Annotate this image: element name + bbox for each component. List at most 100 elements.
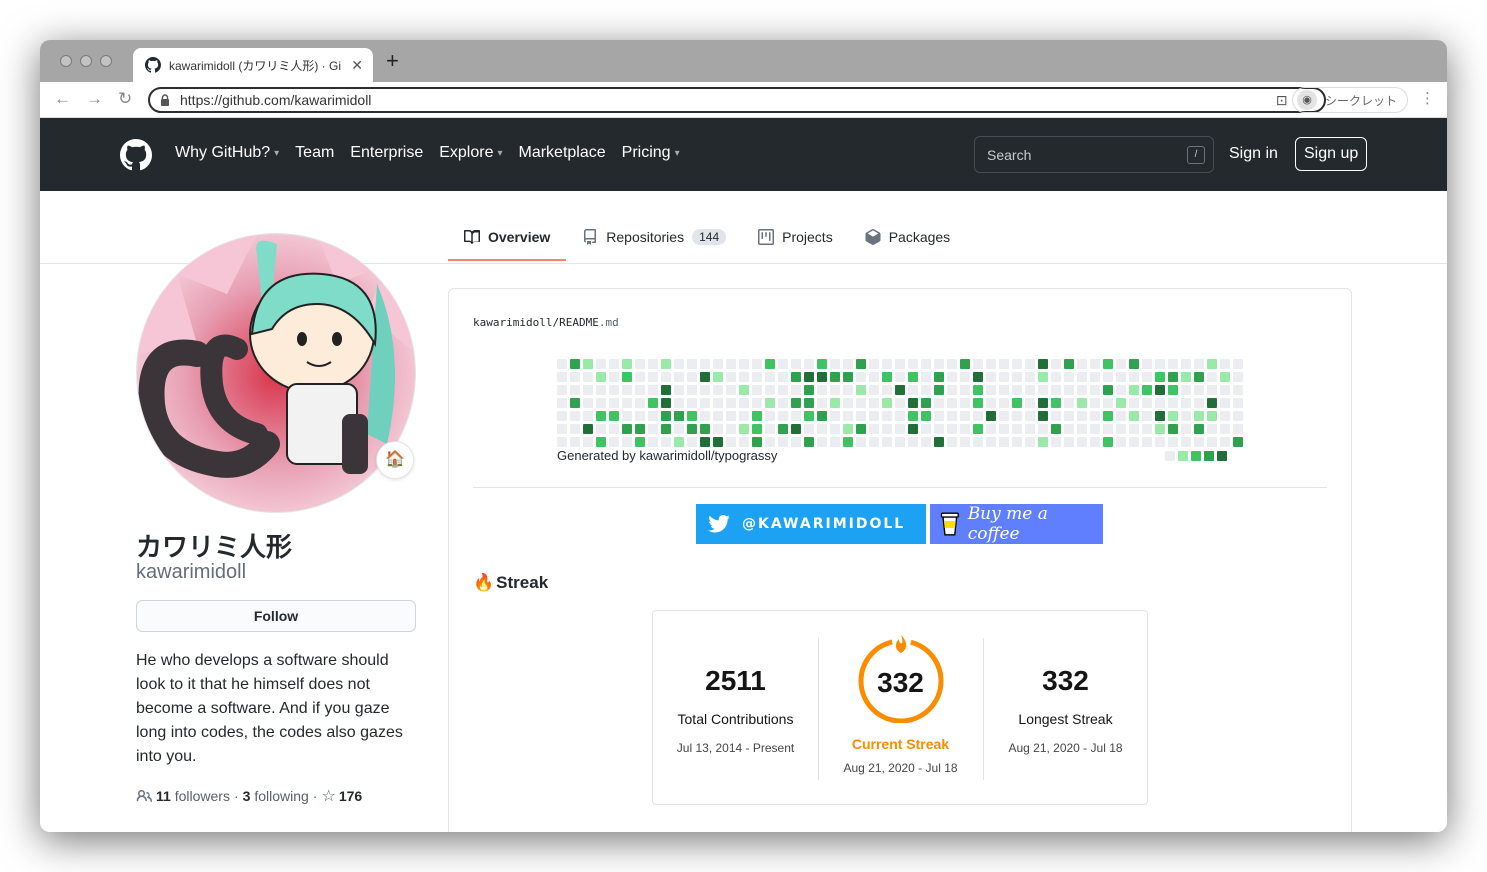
nav-team[interactable]: Team <box>295 144 334 162</box>
contribution-cell <box>856 385 866 395</box>
contribution-cell <box>804 359 814 369</box>
contribution-cell <box>947 411 957 421</box>
contribution-cell <box>999 398 1009 408</box>
contribution-cell <box>882 398 892 408</box>
contribution-cell <box>947 359 957 369</box>
search-input[interactable] <box>987 146 1187 163</box>
follow-button[interactable]: Follow <box>136 600 416 632</box>
contribution-cell <box>1090 411 1100 421</box>
zoom-window-button[interactable] <box>100 55 112 67</box>
contribution-cell <box>934 398 944 408</box>
new-tab-button[interactable]: + <box>386 50 399 72</box>
contribution-cell <box>1012 398 1022 408</box>
contribution-cell <box>752 411 762 421</box>
contribution-cell <box>635 424 645 434</box>
contribution-cell <box>947 398 957 408</box>
header-search: / <box>974 136 1214 173</box>
contribution-cell <box>1233 411 1243 421</box>
profile-login: kawarimidoll <box>136 561 247 583</box>
tab-overview[interactable]: Overview <box>448 221 567 261</box>
contribution-cell <box>895 385 905 395</box>
github-logo-icon[interactable] <box>120 139 152 171</box>
contribution-cell <box>1038 359 1048 369</box>
nav-pricing[interactable]: Pricing ▾ <box>622 144 680 162</box>
address-url[interactable]: https://github.com/kawarimidoll <box>180 92 1262 108</box>
tab-packages[interactable]: Packages <box>849 221 966 261</box>
contribution-cell <box>661 424 671 434</box>
contribution-cell <box>674 411 684 421</box>
close-window-button[interactable] <box>60 55 72 67</box>
contribution-cell <box>648 385 658 395</box>
translate-icon[interactable]: ⊡ <box>1276 92 1288 109</box>
contribution-cell <box>986 424 996 434</box>
contribution-cell <box>752 437 762 447</box>
back-arrow-icon[interactable]: ← <box>54 90 71 108</box>
reload-icon[interactable]: ↻ <box>118 90 132 108</box>
contribution-cell <box>830 437 840 447</box>
contribution-cell <box>583 398 593 408</box>
incognito-profile-button[interactable]: ◉ シークレット <box>1292 87 1408 113</box>
contribution-cell <box>1090 424 1100 434</box>
contribution-cell <box>1090 398 1100 408</box>
sign-in-link[interactable]: Sign in <box>1229 145 1278 163</box>
twitter-badge-link[interactable]: @KAWARIMIDOLL <box>696 504 926 544</box>
contribution-cell <box>752 385 762 395</box>
minimize-window-button[interactable] <box>80 55 92 67</box>
nav-marketplace[interactable]: Marketplace <box>519 144 606 162</box>
address-bar[interactable]: https://github.com/kawarimidoll ⊡ ☆ <box>148 87 1326 113</box>
browser-menu-icon[interactable]: ⋮ <box>1420 91 1435 107</box>
contribution-cell <box>895 437 905 447</box>
contribution-cell <box>1181 411 1191 421</box>
close-tab-icon[interactable]: ✕ <box>351 57 363 74</box>
contribution-cell <box>1103 411 1113 421</box>
contribution-cell <box>622 411 632 421</box>
contribution-cell <box>1233 398 1243 408</box>
contribution-cell <box>583 411 593 421</box>
contribution-cell <box>791 437 801 447</box>
star-icon: ☆ <box>321 788 336 805</box>
contribution-cell <box>1064 411 1074 421</box>
separator-dot: · <box>233 788 239 804</box>
contribution-cell <box>687 424 697 434</box>
tab-label: Packages <box>888 229 951 245</box>
contribution-cell <box>596 398 606 408</box>
tab-repositories[interactable]: Repositories 144 <box>566 221 742 261</box>
contribution-cell <box>817 437 827 447</box>
buy-me-a-coffee-badge-link[interactable]: Buy me a coffee <box>930 504 1103 544</box>
readme-file-link[interactable]: README <box>559 316 599 329</box>
contribution-cell <box>817 398 827 408</box>
avatar[interactable] <box>136 233 416 513</box>
contribution-cell <box>882 385 892 395</box>
browser-toolbar: ← → ↻ https://github.com/kawarimidoll ⊡ … <box>40 82 1447 118</box>
stars-link[interactable]: ☆ 176 <box>321 786 362 806</box>
contribution-cell <box>830 424 840 434</box>
following-link[interactable]: 3 following <box>243 788 309 804</box>
contribution-cell <box>1064 372 1074 382</box>
tab-projects[interactable]: Projects <box>742 221 849 261</box>
contribution-cell <box>726 437 736 447</box>
nav-explore[interactable]: Explore ▾ <box>439 144 502 162</box>
contribution-cell <box>739 398 749 408</box>
forward-arrow-icon[interactable]: → <box>86 90 103 108</box>
contribution-cell <box>726 398 736 408</box>
followers-link[interactable]: 11 followers <box>156 788 230 804</box>
contribution-cell <box>1181 398 1191 408</box>
contribution-cell <box>1103 359 1113 369</box>
nav-why-github[interactable]: Why GitHub? ▾ <box>175 144 279 162</box>
lock-icon <box>161 94 169 106</box>
contribution-cell <box>1064 359 1074 369</box>
contribution-cell <box>726 385 736 395</box>
contribution-cell <box>778 411 788 421</box>
status-emoji-button[interactable]: 🏠 <box>376 441 414 479</box>
browser-tab[interactable]: kawarimidoll (カワリミ人形) · Gi ✕ <box>133 48 373 82</box>
nav-enterprise[interactable]: Enterprise <box>350 144 423 162</box>
readme-owner-link[interactable]: kawarimidoll <box>473 316 552 329</box>
contribution-cell <box>1025 372 1035 382</box>
contribution-cell <box>739 437 749 447</box>
contribution-cell <box>557 437 567 447</box>
contribution-cell <box>999 359 1009 369</box>
contribution-cell <box>973 385 983 395</box>
contribution-cell <box>934 411 944 421</box>
contribution-cell <box>1012 437 1022 447</box>
sign-up-button[interactable]: Sign up <box>1295 137 1368 171</box>
